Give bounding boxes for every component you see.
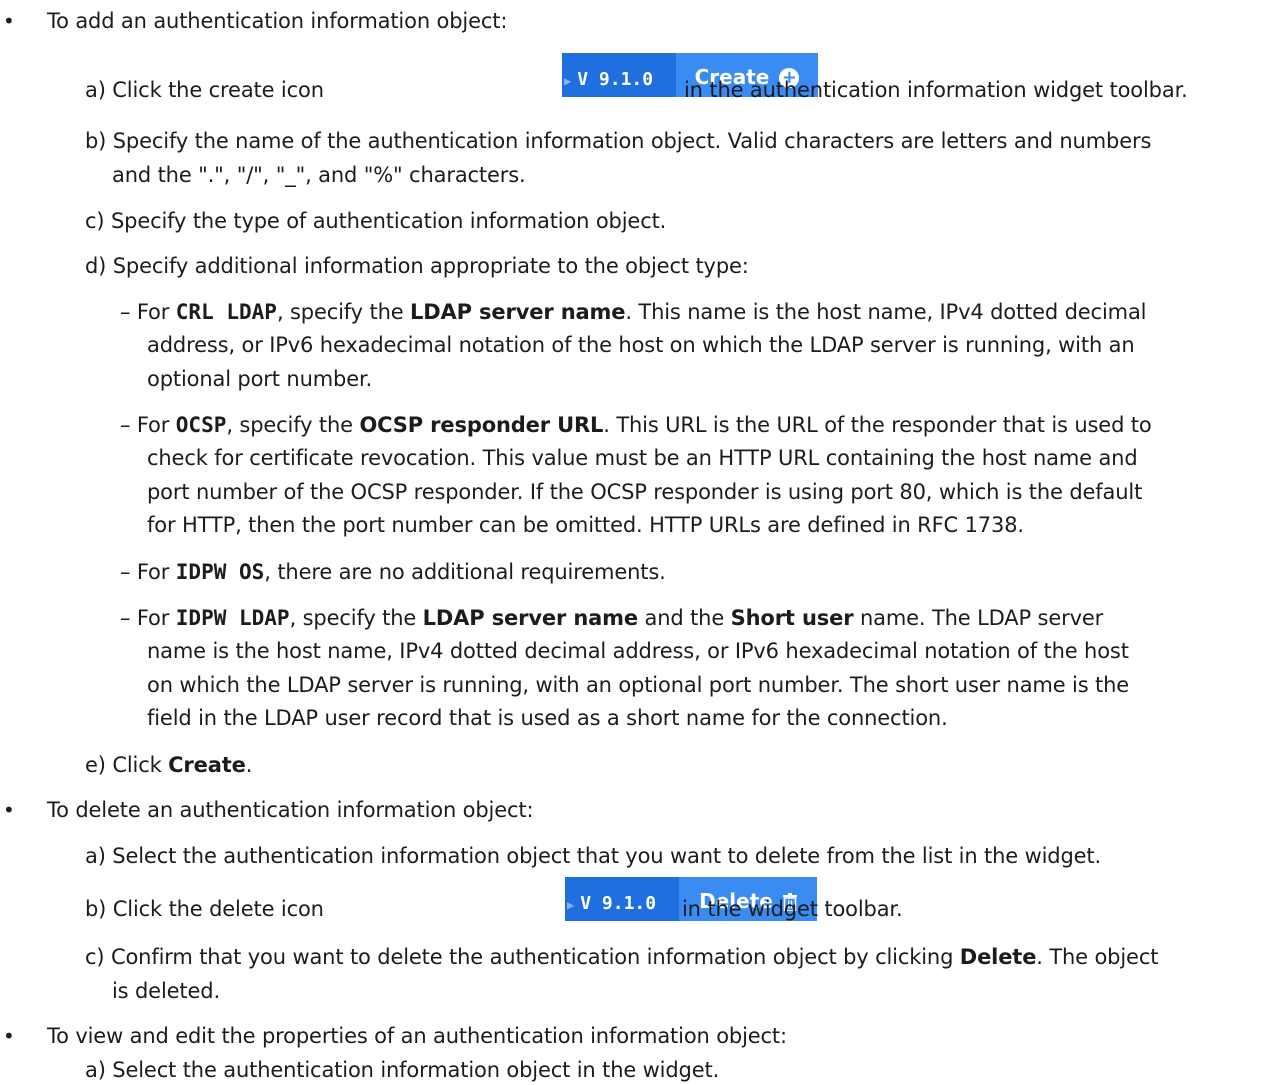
bullet-icon: • xyxy=(3,1024,15,1048)
idpw-ldap-line3: on which the LDAP server is running, wit… xyxy=(147,673,1130,697)
add-step-a-suffix: in the authentication information widget… xyxy=(684,78,1188,102)
delete-heading: To delete an authentication information … xyxy=(47,798,534,822)
idpw-os-code: IDPW OS xyxy=(175,560,265,584)
idpw-ldap-line4: field in the LDAP user record that is us… xyxy=(147,706,948,730)
crl-ldap-code: CRL LDAP xyxy=(175,300,277,324)
crl-ldap-line2: address, or IPv6 hexadecimal notation of… xyxy=(147,333,1135,357)
crl-ldap-line1: – For CRL LDAP, specify the LDAP server … xyxy=(120,300,1147,324)
add-step-c: c) Specify the type of authentication in… xyxy=(85,209,667,233)
crl-ldap-line3: optional port number. xyxy=(147,367,373,391)
ocsp-line1: – For OCSP, specify the OCSP responder U… xyxy=(120,413,1152,437)
view-step-a: a) Select the authentication information… xyxy=(85,1058,720,1082)
delete-step-a: a) Select the authentication information… xyxy=(85,844,1102,868)
ocsp-line3: port number of the OCSP responder. If th… xyxy=(147,480,1143,504)
idpw-ldap-code: IDPW LDAP xyxy=(175,606,290,630)
ocsp-line4: for HTTP, then the port number can be om… xyxy=(147,513,1024,537)
arrow-icon: ▶ xyxy=(567,898,575,912)
bullet-icon: • xyxy=(3,798,15,822)
ocsp-line2: check for certificate revocation. This v… xyxy=(147,446,1138,470)
delete-step-b-suffix: in the widget toolbar. xyxy=(682,897,903,921)
delete-step-b-text: b) Click the delete icon xyxy=(85,897,324,921)
add-step-a-text: a) Click the create icon xyxy=(85,78,324,102)
version-label: ▶ V 9.1.0 xyxy=(562,53,676,97)
arrow-icon: ▶ xyxy=(564,74,572,88)
ocsp-code: OCSP xyxy=(175,413,227,437)
add-step-d: d) Specify additional information approp… xyxy=(85,254,749,278)
add-heading: To add an authentication information obj… xyxy=(47,9,508,33)
version-label: ▶ V 9.1.0 xyxy=(565,877,679,921)
add-step-b-line2: and the ".", "/", "_", and "%" character… xyxy=(112,163,526,187)
idpw-ldap-line1: – For IDPW LDAP, specify the LDAP server… xyxy=(120,606,1104,630)
idpw-ldap-line2: name is the host name, IPv4 dotted decim… xyxy=(147,639,1129,663)
document-page: • To add an authentication information o… xyxy=(0,0,1287,1082)
view-heading: To view and edit the properties of an au… xyxy=(47,1024,787,1048)
delete-step-c-line1: c) Confirm that you want to delete the a… xyxy=(85,945,1159,969)
add-step-e: e) Click Create. xyxy=(85,753,253,777)
add-step-b-line1: b) Specify the name of the authenticatio… xyxy=(85,129,1152,153)
idpw-os-line: – For IDPW OS, there are no additional r… xyxy=(120,560,666,584)
bullet-icon: • xyxy=(3,9,15,33)
delete-step-c-line2: is deleted. xyxy=(112,979,220,1003)
